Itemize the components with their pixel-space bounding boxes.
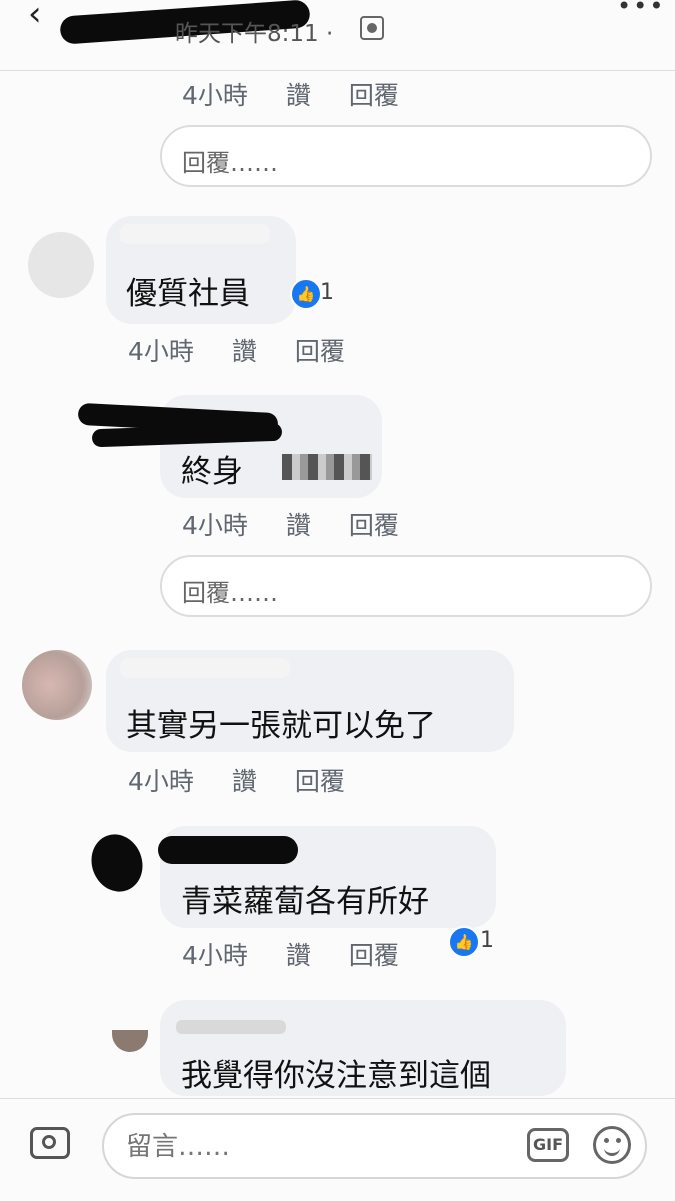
like-link[interactable]: 讚 bbox=[286, 936, 311, 972]
post-timestamp: 昨天下午8:11 · bbox=[175, 21, 334, 47]
comment-time: 4小時 bbox=[128, 337, 194, 366]
comment-actions: 4小時 讚 回覆 bbox=[182, 936, 437, 972]
reply-input[interactable]: 回覆…… bbox=[160, 555, 652, 617]
redacted-name bbox=[158, 836, 298, 864]
like-link[interactable]: 讚 bbox=[286, 76, 311, 112]
like-link[interactable]: 讚 bbox=[232, 762, 257, 798]
pixelated-text bbox=[282, 454, 372, 480]
like-link[interactable]: 讚 bbox=[232, 332, 257, 368]
gif-button[interactable]: GIF bbox=[527, 1128, 569, 1162]
redacted-avatar bbox=[83, 827, 151, 899]
like-icon: 👍 bbox=[290, 278, 322, 310]
like-link[interactable]: 讚 bbox=[286, 506, 311, 542]
blurred-name bbox=[120, 658, 290, 678]
comment-text: 青菜蘿蔔各有所好 bbox=[181, 884, 429, 920]
reply-link[interactable]: 回覆 bbox=[349, 936, 399, 972]
comment-time: 4小時 bbox=[182, 511, 248, 540]
avatar[interactable] bbox=[112, 1030, 148, 1052]
blurred-name bbox=[176, 1020, 286, 1034]
camera-icon[interactable] bbox=[30, 1127, 70, 1159]
avatar[interactable] bbox=[28, 232, 94, 298]
comment-actions: 4小時 讚 回覆 bbox=[128, 332, 383, 368]
reply-link[interactable]: 回覆 bbox=[349, 506, 399, 542]
like-count: 1 bbox=[480, 928, 494, 953]
smiley-icon[interactable] bbox=[593, 1126, 631, 1164]
avatar[interactable] bbox=[22, 650, 92, 720]
comment-input[interactable] bbox=[124, 1127, 508, 1167]
comment-text: 優質社員 bbox=[126, 276, 250, 312]
reply-link[interactable]: 回覆 bbox=[295, 762, 345, 798]
comment-time: 4小時 bbox=[182, 941, 248, 970]
comment-time: 4小時 bbox=[128, 767, 194, 796]
blurred-name bbox=[120, 224, 270, 244]
back-button[interactable]: ‹ bbox=[28, 0, 42, 34]
comment-text: 我覺得你沒注意到這個 bbox=[181, 1058, 491, 1094]
comment-time: 4小時 bbox=[182, 81, 248, 110]
comment-text: 其實另一張就可以免了 bbox=[126, 708, 436, 744]
like-icon: 👍 bbox=[448, 926, 480, 958]
more-options-button[interactable]: ••• bbox=[617, 0, 665, 20]
comment-text: 終身 bbox=[181, 454, 243, 490]
comment-actions: 4小時 讚 回覆 bbox=[128, 762, 383, 798]
like-count: 1 bbox=[320, 280, 334, 305]
reply-link[interactable]: 回覆 bbox=[349, 76, 399, 112]
comment-actions: 4小時 讚 回覆 bbox=[182, 76, 437, 112]
reply-input[interactable]: 回覆…… bbox=[160, 125, 652, 187]
comment-actions: 4小時 讚 回覆 bbox=[182, 506, 437, 542]
reply-link[interactable]: 回覆 bbox=[295, 332, 345, 368]
group-icon bbox=[360, 16, 384, 40]
